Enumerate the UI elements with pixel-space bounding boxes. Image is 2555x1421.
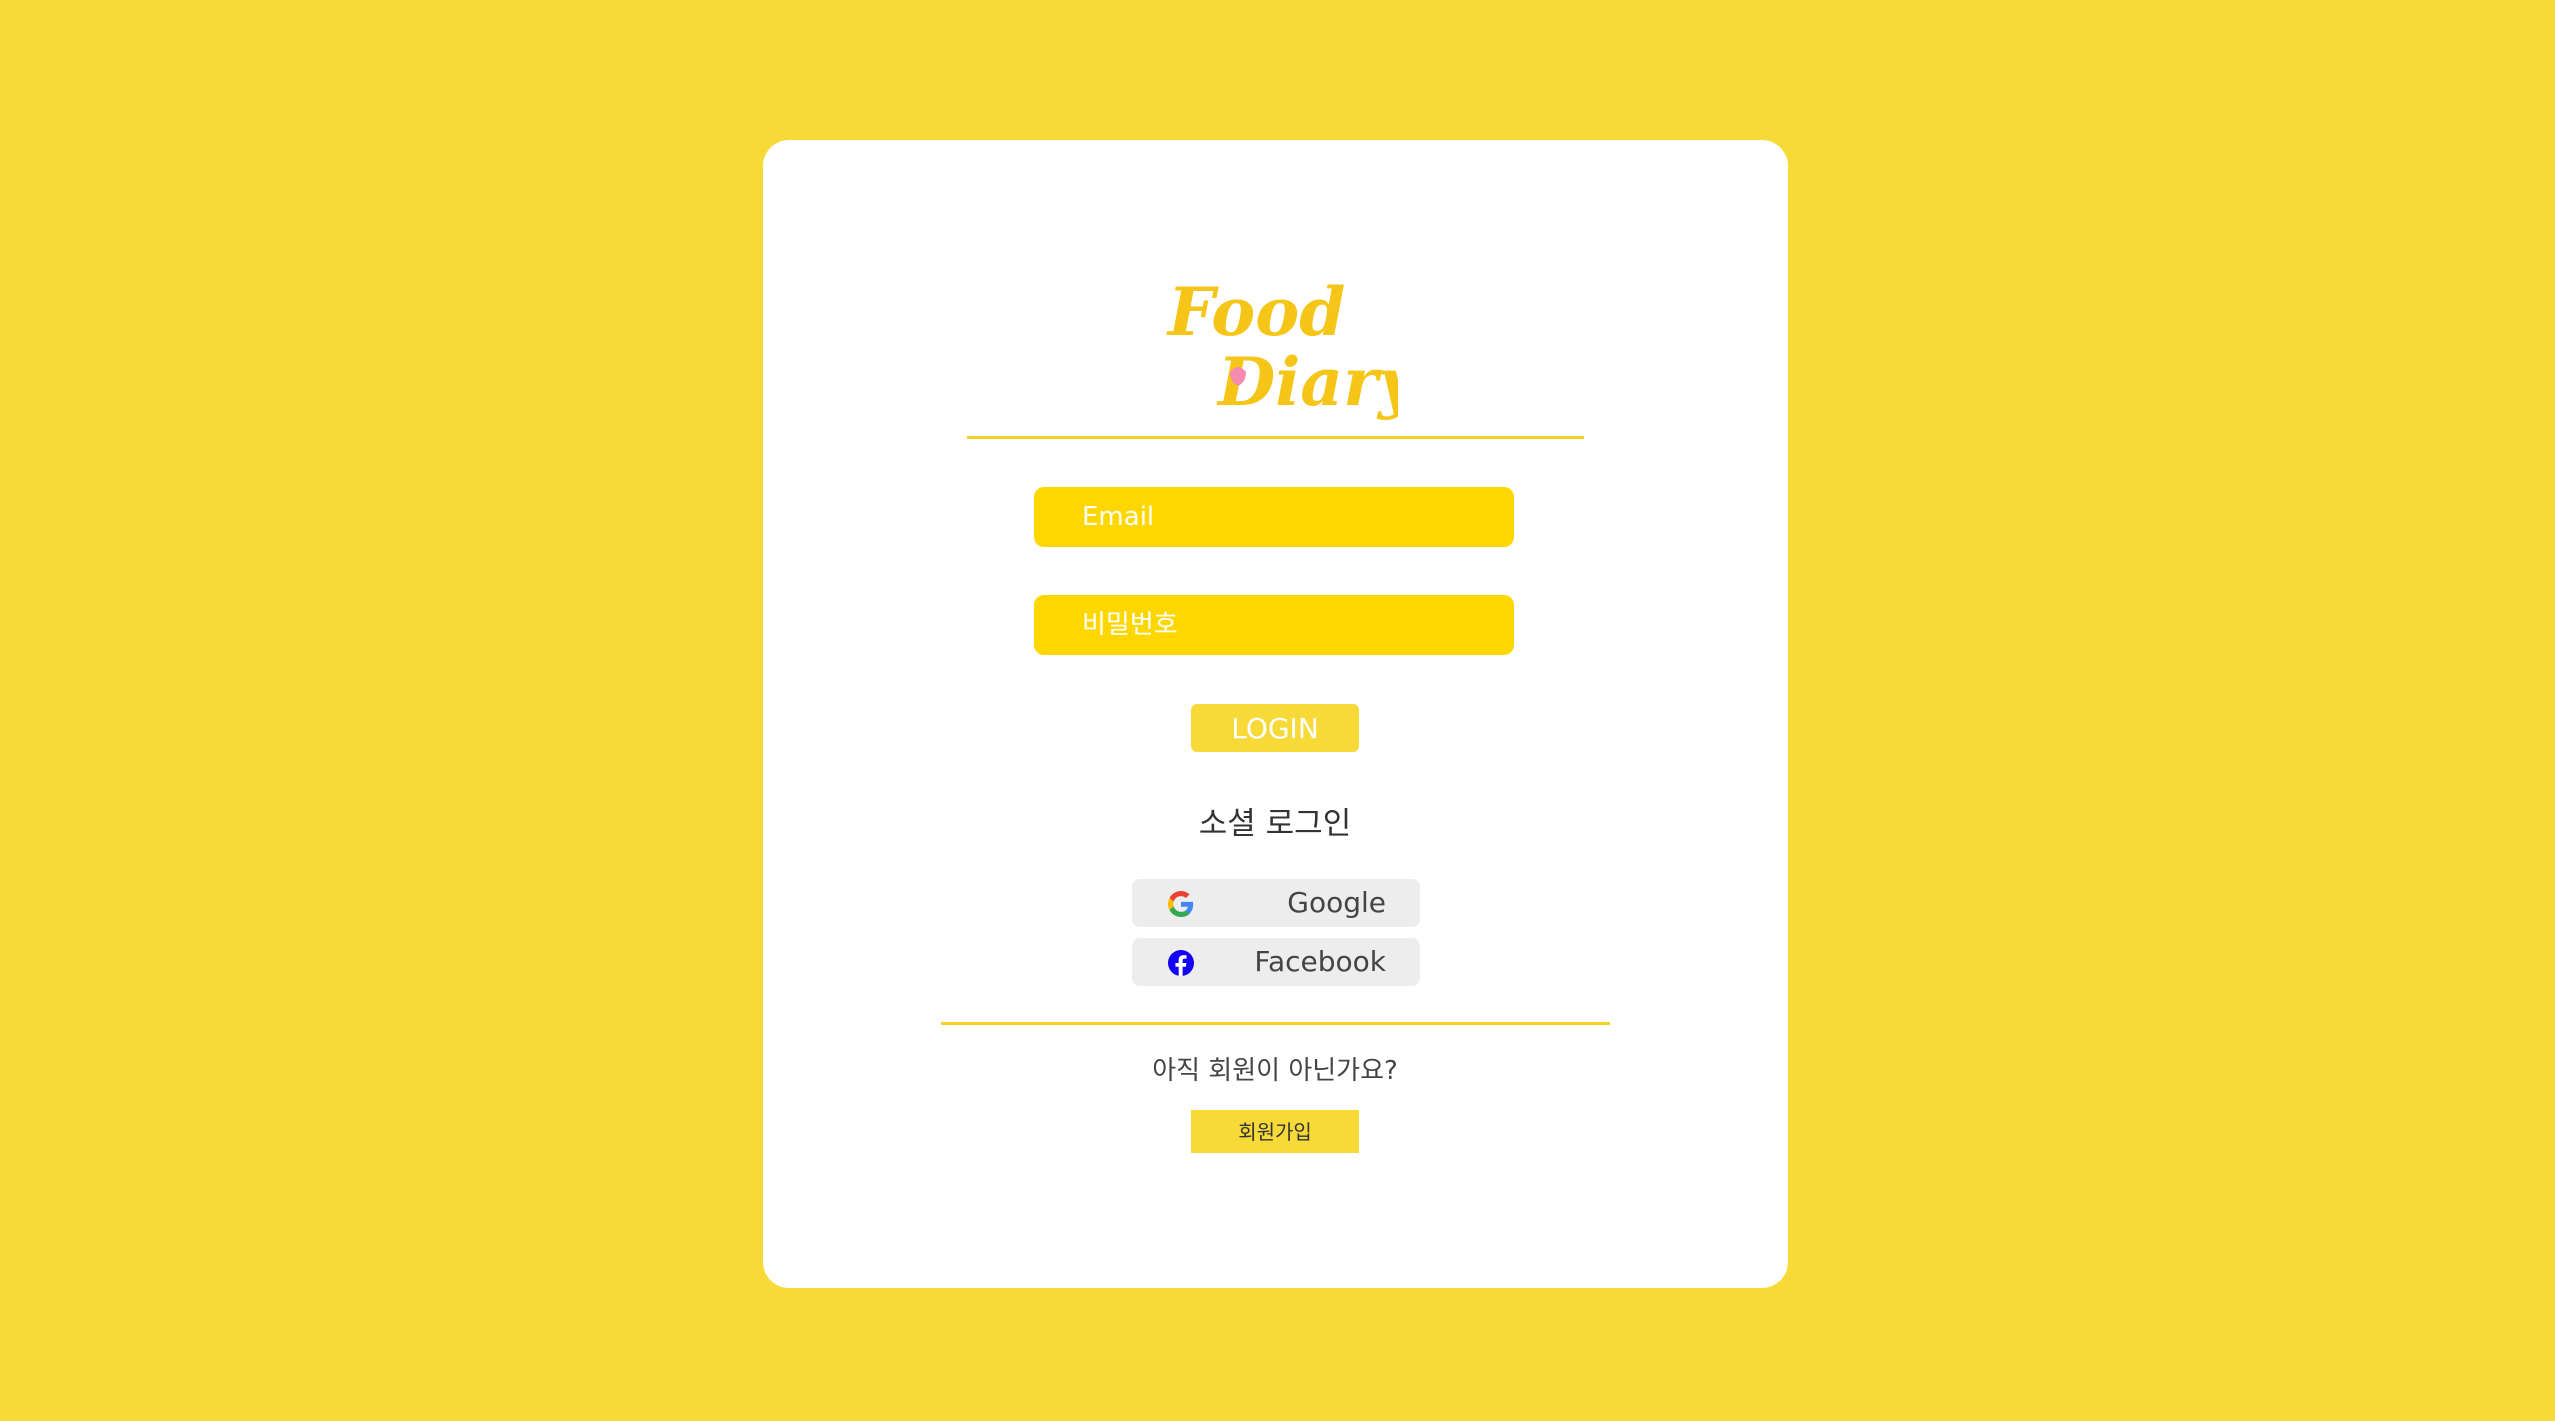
signup-prompt: 아직 회원이 아닌가요? [1152,1056,1398,1086]
logo-line-food: Food [1166,273,1345,351]
food-diary-logo: Food Diary [1166,273,1398,421]
google-g-icon [1168,891,1194,917]
signup-button[interactable]: 회원가입 [1191,1110,1359,1153]
email-input[interactable] [1034,487,1514,547]
facebook-login-button[interactable]: Facebook [1132,938,1420,986]
logo-line-diary: Diary [1216,343,1398,421]
facebook-login-label: Facebook [1254,945,1386,978]
logo-divider [967,436,1584,439]
login-card: Food Diary LOGIN 소셜 로그인 Google Facebook … [763,140,1788,1288]
facebook-f-icon [1168,950,1194,976]
social-login-heading: 소셜 로그인 [1198,806,1352,842]
google-login-button[interactable]: Google [1132,879,1420,927]
signup-divider [941,1022,1610,1025]
login-button[interactable]: LOGIN [1191,704,1359,752]
google-login-label: Google [1287,886,1386,919]
password-input[interactable] [1034,595,1514,655]
